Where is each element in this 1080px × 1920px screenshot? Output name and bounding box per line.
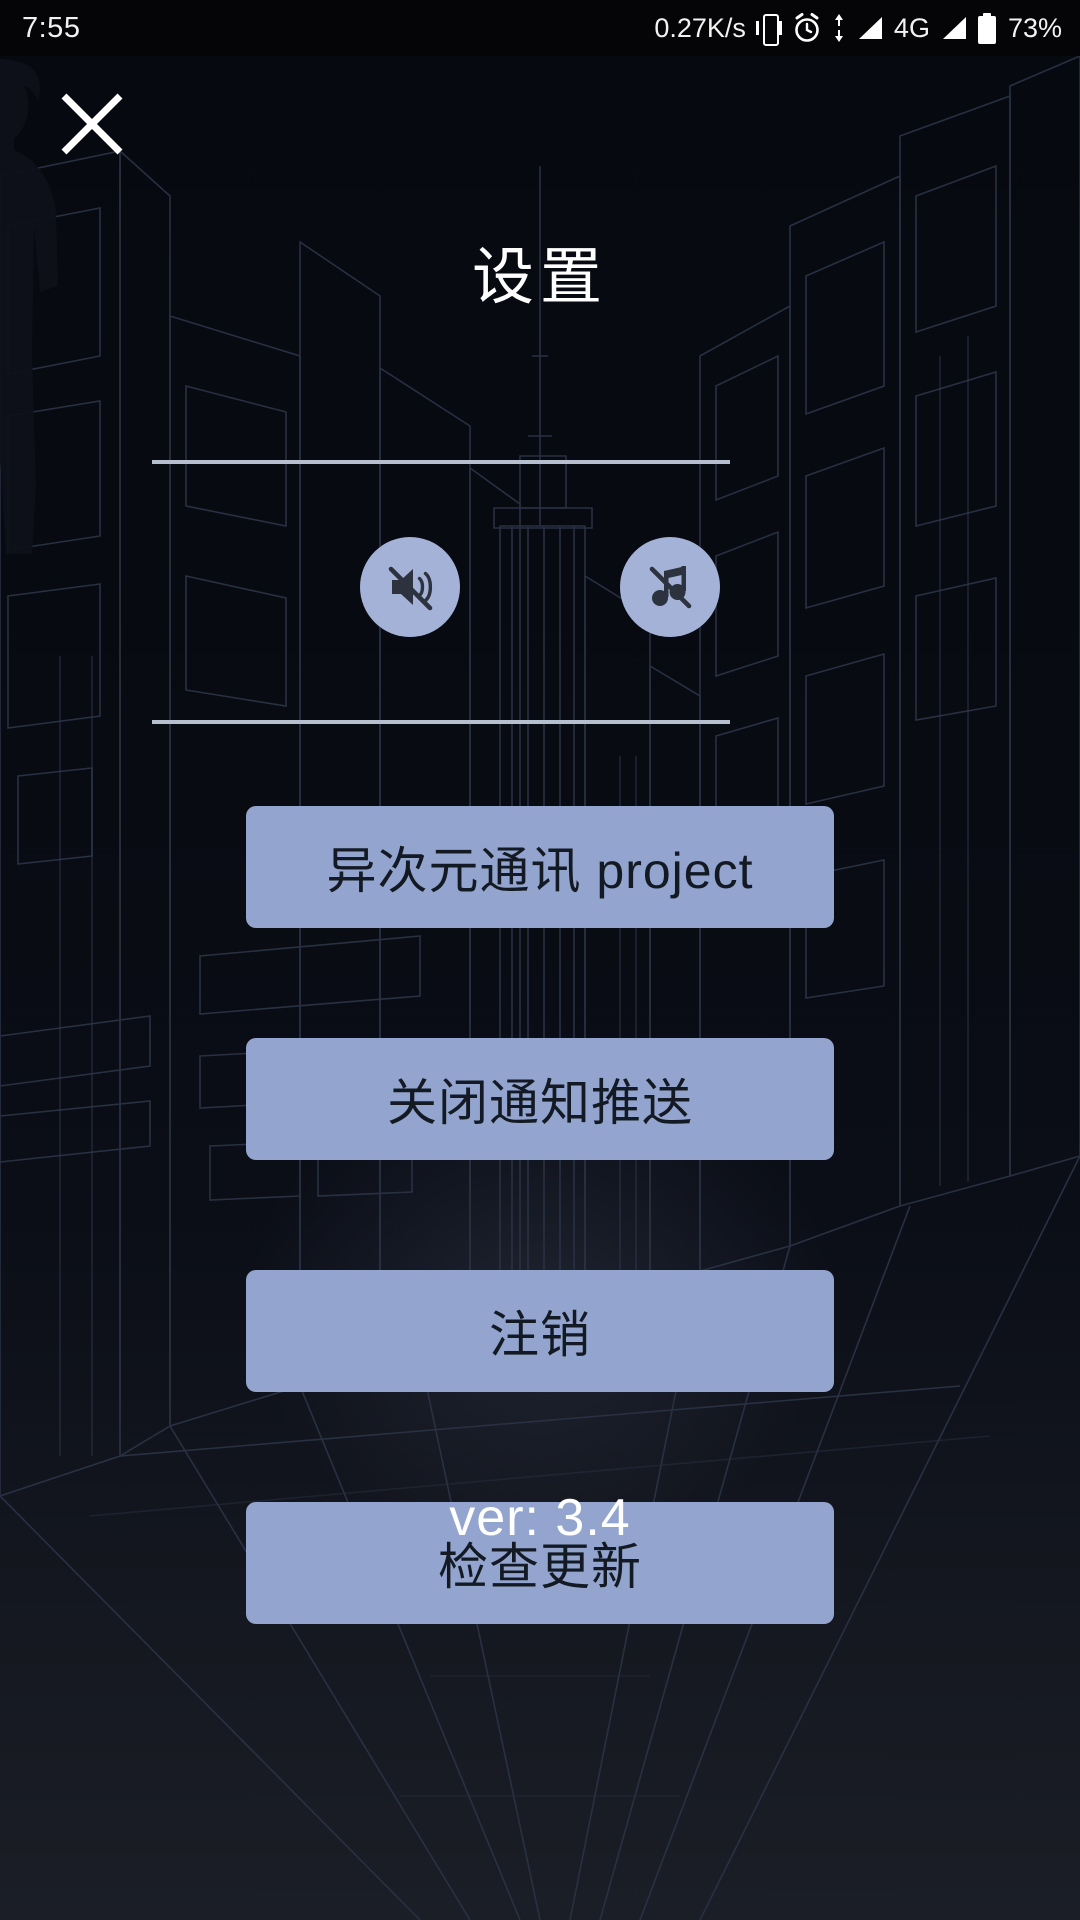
battery-percent-label: 73% — [1007, 12, 1062, 43]
signal-icon — [856, 15, 884, 41]
network-type-label: 4G — [893, 12, 930, 43]
menu-item-disable-notifications[interactable]: 关闭通知推送 — [246, 1038, 834, 1160]
divider-top — [152, 460, 730, 464]
version-label: ver: 3.4 — [449, 1489, 631, 1547]
page-title: 设置 — [471, 243, 608, 312]
data-transfer-icon — [832, 13, 846, 43]
divider-bottom — [152, 720, 730, 724]
sound-off-toggle[interactable] — [360, 537, 460, 637]
music-off-toggle[interactable] — [620, 537, 720, 637]
vibrate-icon — [755, 12, 782, 46]
battery-icon — [977, 12, 996, 44]
network-speed-label: 0.27K/s — [654, 12, 746, 43]
menu-item-project[interactable]: 异次元通讯 project — [246, 806, 834, 928]
status-right-cluster: 0.27K/s 4G 73% — [654, 12, 1062, 46]
status-time: 7:55 — [22, 11, 81, 44]
toggle-row — [0, 452, 1080, 722]
menu-item-logout[interactable]: 注销 — [246, 1270, 834, 1392]
close-icon[interactable] — [52, 84, 132, 164]
volume-off-icon — [380, 557, 440, 617]
settings-screen: 设置 异次元通讯 project 关闭通知推送 注销 检查更新 ver: 3.4 — [0, 56, 1080, 1920]
music-off-icon — [640, 557, 700, 617]
status-bar: 7:55 0.27K/s 4G 73% — [0, 0, 1080, 56]
alarm-icon — [792, 12, 822, 44]
signal-icon-2 — [940, 15, 968, 41]
